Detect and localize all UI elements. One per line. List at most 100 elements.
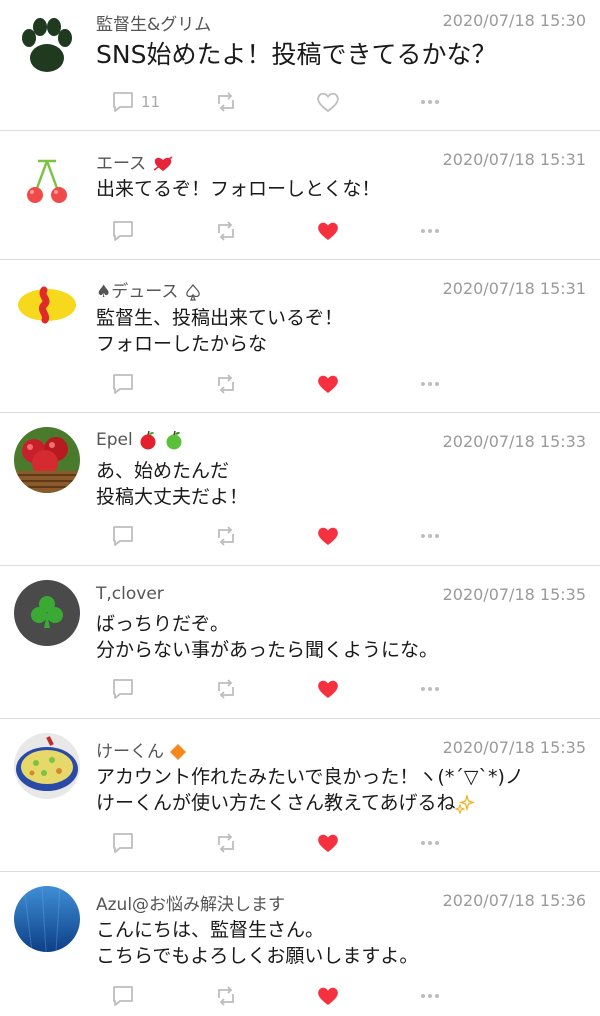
- reply-button[interactable]: [112, 984, 134, 1008]
- timestamp: 2020/07/18 15:31: [442, 150, 586, 169]
- repost-button[interactable]: [215, 984, 237, 1008]
- more-options-button[interactable]: [419, 219, 441, 243]
- reply-count: 11: [141, 93, 161, 111]
- more-options-button[interactable]: [419, 524, 441, 548]
- reply-icon: [113, 92, 133, 112]
- ellipsis-icon: [421, 382, 439, 386]
- post-text: アカウント作れたみたいで良かった！ヽ(*´▽`*)ノ けーくんが使い方たくさん教…: [96, 764, 586, 816]
- post-text-line: 分からない事があったら聞くようにな。: [96, 639, 439, 661]
- like-button[interactable]: [316, 677, 340, 701]
- like-button[interactable]: [316, 524, 340, 548]
- repost-button[interactable]: [215, 90, 237, 114]
- heart-filled-icon: [318, 834, 338, 852]
- repost-button[interactable]: [215, 524, 237, 548]
- author-name[interactable]: Azul@お悩み解決します: [96, 890, 285, 915]
- author-name[interactable]: けーくん: [96, 737, 187, 762]
- author-name[interactable]: エース: [96, 149, 174, 174]
- more-options-button[interactable]: [419, 984, 441, 1008]
- repost-icon: [218, 679, 234, 699]
- author-name-text: Epel: [96, 430, 133, 450]
- action-bar: [0, 984, 600, 1008]
- author-name[interactable]: 監督生&グリム: [96, 10, 211, 35]
- reply-button[interactable]: [112, 524, 134, 548]
- post-text-line: 投稿大丈夫だよ！: [96, 486, 249, 508]
- reply-button[interactable]: [112, 219, 134, 243]
- ellipsis-icon: [421, 841, 439, 845]
- ellipsis-icon: [421, 229, 439, 233]
- ellipsis-icon: [421, 534, 439, 538]
- heart-filled-icon: [318, 375, 338, 393]
- cherry-icon: [14, 147, 80, 213]
- post-text: 監督生、投稿出来ているぞ！ フォローしたからな: [96, 305, 586, 357]
- like-button[interactable]: [316, 90, 340, 114]
- timestamp: 2020/07/18 15:31: [442, 279, 586, 298]
- author-name[interactable]: T,clover: [96, 584, 164, 604]
- post-text-line: けーくんが使い方たくさん教えてあげるね: [96, 790, 586, 816]
- repost-button[interactable]: [215, 372, 237, 396]
- action-bar: [0, 677, 600, 701]
- post-text-line: 監督生、投稿出来ているぞ！: [96, 307, 344, 329]
- post-text: ばっちりだぞ。 分からない事があったら聞くようにな。: [96, 611, 586, 663]
- repost-icon: [218, 833, 234, 853]
- post[interactable]: 監督生&グリム 2020/07/18 15:30 SNS始めたよ！投稿できてるか…: [0, 0, 600, 131]
- post-text-line: SNS始めたよ！投稿できてるかな？: [96, 40, 497, 69]
- more-options-button[interactable]: [419, 677, 441, 701]
- author-name[interactable]: ♠デュース: [96, 277, 202, 302]
- heart-filled-icon: [318, 987, 338, 1005]
- author-name-text: ♠デュース: [96, 282, 179, 302]
- orange-diamond-icon: [170, 744, 187, 760]
- avatar[interactable]: [14, 886, 80, 952]
- like-button[interactable]: [316, 831, 340, 855]
- green-apple-icon: [166, 430, 182, 450]
- post-text: あ、始めたんだ 投稿大丈夫だよ！: [96, 458, 586, 510]
- heart-outline-icon: [317, 92, 339, 113]
- paella-icon: [14, 733, 80, 799]
- more-options-button[interactable]: [419, 372, 441, 396]
- like-button[interactable]: [316, 372, 340, 396]
- paw-icon: [14, 12, 80, 78]
- post-text: 出来てるぞ！フォローしとくな！: [96, 176, 586, 202]
- repost-button[interactable]: [215, 831, 237, 855]
- post[interactable]: ♠デュース 2020/07/18 15:31 監督生、投稿出来ているぞ！ フォロ…: [0, 260, 600, 413]
- avatar[interactable]: [14, 580, 80, 646]
- reply-button[interactable]: [112, 831, 134, 855]
- post[interactable]: T,clover 2020/07/18 15:35 ばっちりだぞ。 分からない事…: [0, 566, 600, 719]
- like-button[interactable]: [316, 984, 340, 1008]
- post[interactable]: エース 2020/07/18 15:31 出来てるぞ！フォローしとくな！: [0, 131, 600, 260]
- ellipsis-icon: [421, 100, 439, 104]
- repost-button[interactable]: [215, 677, 237, 701]
- heart-filled-icon: [318, 680, 338, 698]
- like-button[interactable]: [316, 219, 340, 243]
- avatar[interactable]: [14, 147, 80, 213]
- reply-button[interactable]: [112, 372, 134, 396]
- post[interactable]: けーくん 2020/07/18 15:35 アカウント作れたみたいで良かった！ヽ…: [0, 719, 600, 872]
- sparkles-icon: [455, 793, 476, 814]
- more-options-button[interactable]: [419, 831, 441, 855]
- repost-icon: [218, 374, 234, 394]
- reply-icon: [113, 221, 133, 241]
- avatar[interactable]: [14, 272, 80, 338]
- repost-icon: [218, 221, 234, 241]
- post-text-line: 出来てるぞ！フォローしとくな！: [96, 178, 381, 200]
- author-name[interactable]: Epel: [96, 430, 184, 450]
- post-text-line: こんにちは、監督生さん。: [96, 919, 325, 941]
- post-text-line: アカウント作れたみたいで良かった！ヽ(*´▽`*)ノ: [96, 766, 524, 788]
- post-text: SNS始めたよ！投稿できてるかな？: [96, 40, 586, 70]
- avatar[interactable]: [14, 427, 80, 493]
- post-text: こんにちは、監督生さん。 こちらでもよろしくお願いしますよ。: [96, 917, 586, 969]
- avatar[interactable]: [14, 12, 80, 78]
- timestamp: 2020/07/18 15:33: [442, 432, 586, 451]
- post[interactable]: Azul@お悩み解決します 2020/07/18 15:36 こんにちは、監督生…: [0, 872, 600, 1016]
- post[interactable]: Epel 2020/07/18 15:33 あ、始めたんだ 投稿大丈夫だよ！: [0, 413, 600, 566]
- post-text-line: ばっちりだぞ。: [96, 613, 230, 635]
- reply-button[interactable]: 11: [112, 90, 160, 114]
- spade-outline-icon: [186, 284, 200, 301]
- reply-button[interactable]: [112, 677, 134, 701]
- red-apple-icon: [140, 430, 156, 450]
- more-options-button[interactable]: [419, 90, 441, 114]
- reply-icon: [113, 526, 133, 546]
- repost-button[interactable]: [215, 219, 237, 243]
- post-text-line: あ、始めたんだ: [96, 460, 230, 482]
- action-bar: 11: [0, 90, 600, 114]
- avatar[interactable]: [14, 733, 80, 799]
